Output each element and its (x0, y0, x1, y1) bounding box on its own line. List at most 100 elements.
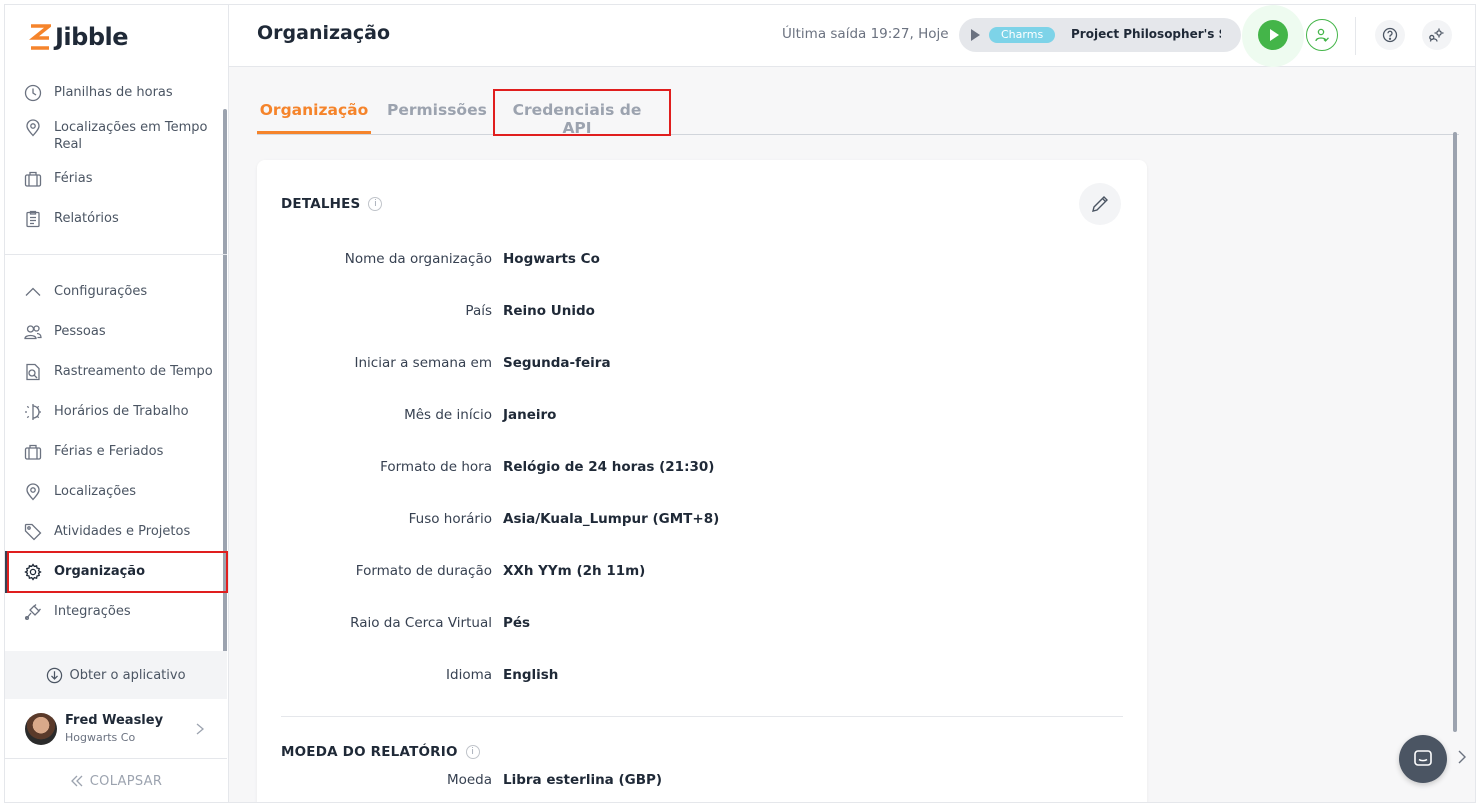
settings-people-icon (1429, 28, 1444, 42)
brand-name: Jibble (55, 23, 129, 51)
main-scrollbar[interactable] (1453, 132, 1457, 732)
get-app-button[interactable]: Obter o aplicativo (5, 651, 227, 699)
sidebar-item-label: Férias e Feriados (54, 444, 164, 459)
main-content: Organização Permissões Credenciais de AP… (229, 67, 1475, 802)
detail-label: Raio da Cerca Virtual (350, 615, 492, 631)
double-chevron-left-icon (70, 775, 83, 787)
avatar (25, 712, 57, 745)
detail-row-org-name: Nome da organização Hogwarts Co (257, 251, 1147, 271)
info-icon[interactable]: i (368, 197, 383, 211)
download-icon (47, 667, 63, 683)
user-name: Fred Weasley (65, 713, 164, 728)
page-title: Organização (257, 22, 390, 44)
play-icon (971, 29, 980, 41)
chevron-right-icon (196, 723, 205, 735)
detail-row-week-start: Iniciar a semana em Segunda-feira (257, 355, 1147, 375)
header-divider (1355, 17, 1356, 55)
detail-row-language: Idioma English (257, 667, 1147, 687)
detail-value: Relógio de 24 horas (21:30) (503, 459, 715, 475)
time-tracking-icon (23, 362, 43, 382)
get-app-label: Obter o aplicativo (69, 667, 186, 683)
project-name: Project Philosopher's St... (1071, 27, 1221, 41)
last-out-status: Última saída 19:27, Hoje (782, 26, 949, 42)
detail-value: Libra esterlina (GBP) (503, 772, 663, 788)
detail-label: Iniciar a semana em (354, 355, 492, 371)
info-icon[interactable]: i (465, 745, 480, 759)
clock-icon (23, 83, 43, 103)
sidebar-item-live-locations[interactable]: Localizações em Tempo Real (5, 118, 227, 153)
clipboard-icon (23, 209, 43, 229)
people-icon (23, 322, 43, 342)
details-section-title: DETALHES i (281, 196, 383, 212)
detail-label: Formato de duração (355, 563, 492, 579)
sidebar-item-locations[interactable]: Localizações (5, 482, 227, 502)
details-card: DETALHES i Nome da organização Hogwarts … (257, 160, 1147, 802)
detail-label: Moeda (446, 772, 492, 788)
org-settings-button[interactable] (1422, 20, 1452, 50)
sidebar-item-label: Localizações (54, 484, 136, 499)
tab-bar: Organização Permissões Credenciais de AP… (257, 97, 1459, 137)
sidebar-item-leave[interactable]: Férias (5, 169, 227, 189)
plug-icon (23, 602, 43, 622)
sidebar-item-label: Configurações (54, 284, 148, 299)
active-tab-underline (257, 131, 371, 134)
tag-icon (23, 522, 43, 542)
detail-value: Segunda-feira (503, 355, 611, 371)
detail-row-duration-format: Formato de duração XXh YYm (2h 11m) (257, 563, 1147, 583)
jibble-logo[interactable]: Jibble (29, 21, 129, 53)
chat-support-button[interactable] (1399, 735, 1447, 783)
start-timer-button[interactable] (1258, 20, 1288, 50)
sidebar-item-activities-projects[interactable]: Atividades e Projetos (5, 522, 227, 542)
detail-value: Asia/Kuala_Lumpur (GMT+8) (503, 511, 720, 527)
tab-permissions[interactable]: Permissões (387, 97, 487, 135)
details-title: DETALHES (281, 196, 361, 212)
sidebar-item-label: Planilhas de horas (54, 85, 173, 100)
sidebar-item-people[interactable]: Pessoas (5, 322, 227, 342)
section-divider (281, 716, 1123, 717)
sidebar-item-label: Localizações em Tempo Real (54, 120, 208, 152)
sidebar-item-reports[interactable]: Relatórios (5, 209, 227, 229)
sidebar-item-label: Pessoas (54, 324, 106, 339)
chevron-right-icon[interactable] (1457, 749, 1467, 765)
detail-value: Reino Unido (503, 303, 595, 319)
help-button[interactable] (1375, 20, 1405, 50)
detail-value: XXh YYm (2h 11m) (503, 563, 646, 579)
sidebar-item-label: Integrações (54, 604, 131, 619)
detail-value: Hogwarts Co (503, 251, 600, 267)
highlight-organization (7, 551, 228, 593)
sidebar-item-integrations[interactable]: Integrações (5, 602, 227, 622)
chevron-up-icon (23, 282, 43, 302)
tab-organization[interactable]: Organização (257, 97, 371, 135)
detail-value: Pés (503, 615, 531, 631)
detail-row-currency: Moeda Libra esterlina (GBP) (257, 772, 1147, 792)
detail-value: Janeiro (503, 407, 557, 423)
sidebar-item-work-schedules[interactable]: Horários de Trabalho (5, 402, 227, 422)
edit-details-button[interactable] (1079, 183, 1121, 225)
sidebar-divider (5, 254, 227, 255)
sidebar-item-settings[interactable]: Configurações (5, 282, 227, 302)
detail-label: Formato de hora (380, 459, 492, 475)
briefcase-icon (23, 169, 43, 189)
jibble-logo-icon (29, 24, 51, 50)
sidebar-item-time-tracking[interactable]: Rastreamento de Tempo (5, 362, 227, 382)
sidebar: Jibble Planilhas de horas Localizações e… (5, 5, 229, 802)
question-icon (1382, 27, 1398, 43)
activity-badge: Charms (989, 27, 1056, 43)
top-header: Organização Última saída 19:27, Hoje Cha… (229, 5, 1475, 67)
detail-label: Idioma (446, 667, 492, 683)
timer-activity-selector[interactable]: Charms Project Philosopher's St... (959, 18, 1241, 52)
collapse-button[interactable]: COLAPSAR (5, 765, 227, 797)
sidebar-item-leave-holidays[interactable]: Férias e Feriados (5, 442, 227, 462)
person-check-icon (1315, 28, 1329, 42)
user-profile[interactable]: Fred Weasley Hogwarts Co (5, 699, 227, 759)
currency-section-title: MOEDA DO RELATÓRIO i (281, 744, 480, 760)
sidebar-item-timesheets[interactable]: Planilhas de horas (5, 83, 227, 103)
location-pin-icon (23, 482, 43, 502)
clock-in-others-button[interactable] (1306, 19, 1338, 51)
collapse-label: COLAPSAR (89, 773, 163, 789)
pencil-icon (1092, 196, 1108, 212)
detail-row-timezone: Fuso horário Asia/Kuala_Lumpur (GMT+8) (257, 511, 1147, 531)
user-org: Hogwarts Co (65, 731, 136, 744)
sidebar-item-label: Horários de Trabalho (54, 404, 189, 419)
location-pin-icon (23, 118, 43, 138)
